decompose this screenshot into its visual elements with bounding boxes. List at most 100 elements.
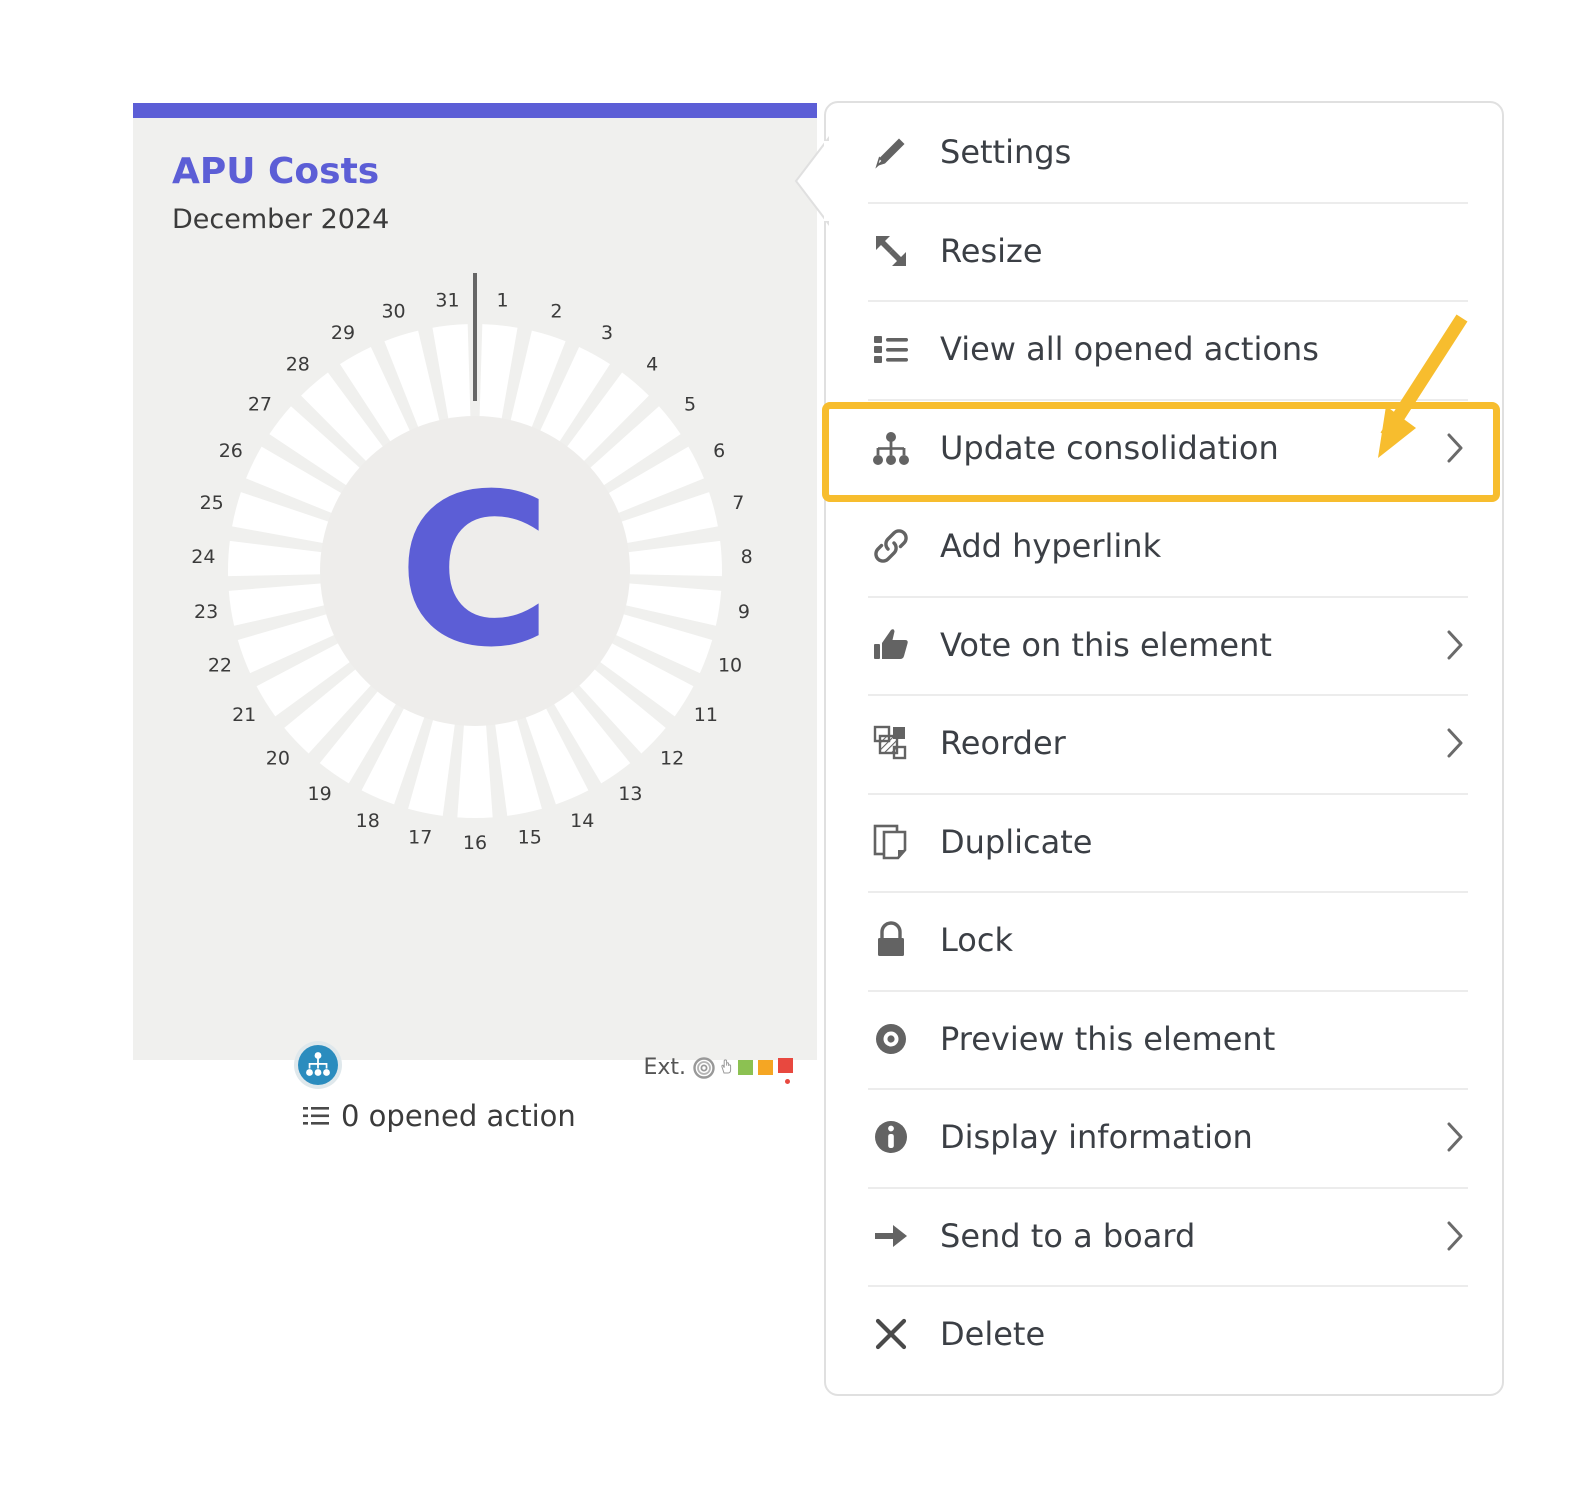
menu-item-label: Resize <box>940 231 1043 270</box>
status-dot-red <box>785 1079 790 1084</box>
menu-pointer-notch <box>794 136 830 226</box>
chevron-right-icon <box>1442 1219 1468 1253</box>
chart-tick-label: 19 <box>308 783 332 805</box>
status-square-green <box>738 1060 753 1075</box>
opened-actions-label: 0 opened action <box>341 1099 576 1133</box>
menu-item-label: Display information <box>940 1118 1253 1157</box>
chart-tick-label: 22 <box>208 654 232 676</box>
menu-item-lock[interactable]: Lock <box>826 891 1502 990</box>
chart-tick-label: 21 <box>232 704 256 726</box>
chart-tick-label: 27 <box>248 394 272 416</box>
list-icon <box>303 1107 329 1125</box>
chart-tick-label: 10 <box>718 654 742 676</box>
menu-item-settings[interactable]: Settings <box>826 103 1502 202</box>
chart-tick-label: 16 <box>463 832 487 854</box>
chart-tick-label: 20 <box>266 747 290 769</box>
duplicate-icon <box>868 819 914 865</box>
hierarchy-icon <box>294 1041 342 1089</box>
menu-item-delete[interactable]: Delete <box>826 1285 1502 1384</box>
chart-tick-label: 3 <box>601 322 613 344</box>
thumbs-up-icon <box>868 622 914 668</box>
chart-tick-label: 7 <box>732 492 744 514</box>
chart-tick-label: 31 <box>435 289 459 311</box>
chart-segment[interactable] <box>457 722 493 819</box>
chart-tick-label: 29 <box>331 322 355 344</box>
chart-tick-label: 26 <box>219 440 243 462</box>
menu-item-reorder[interactable]: Reorder <box>826 694 1502 793</box>
ext-status-indicator[interactable]: Ext. <box>643 1055 793 1084</box>
menu-item-label: Add hyperlink <box>940 527 1162 566</box>
ext-label: Ext. <box>643 1055 686 1080</box>
chart-tick-label: 12 <box>660 747 684 769</box>
menu-item-label: Send to a board <box>940 1216 1196 1255</box>
page-title: APU Costs <box>172 151 380 192</box>
menu-item-view-all-opened-actions[interactable]: View all opened actions <box>826 300 1502 399</box>
menu-item-preview-this-element[interactable]: Preview this element <box>826 989 1502 1089</box>
context-menu[interactable]: Settings Resize View all opened actions Upd… <box>794 101 1504 1396</box>
radial-month-chart[interactable]: 1 2 3 4 5 6 7 8 9 10 11 12 13 14 15 16 17 18 19 20 21 22 23 24 2… <box>179 251 771 891</box>
chart-tick-label: 28 <box>286 354 310 376</box>
eye-icon <box>868 1016 914 1062</box>
chart-tick-label: 2 <box>550 300 562 322</box>
chart-segment[interactable] <box>432 324 471 422</box>
menu-item-label: Lock <box>940 921 1013 960</box>
menu-item-label: Reorder <box>940 724 1066 763</box>
menu-item-resize[interactable]: Resize <box>826 201 1502 301</box>
hierarchy-icon <box>868 425 914 471</box>
consolidation-badge[interactable] <box>293 1040 343 1090</box>
card-accent-bar <box>133 103 817 118</box>
chart-tick-label: 13 <box>618 783 642 805</box>
chart-tick-label: 24 <box>191 546 215 568</box>
chart-tick-label: 25 <box>200 492 224 514</box>
lock-icon <box>868 917 914 963</box>
menu-item-add-hyperlink[interactable]: Add hyperlink <box>826 497 1502 596</box>
card-subtitle: December 2024 <box>172 204 390 235</box>
chart-tick-label: 4 <box>646 354 658 376</box>
arrow-right-icon <box>868 1213 914 1259</box>
chart-segment[interactable] <box>479 324 518 422</box>
chevron-right-icon <box>1442 1120 1468 1154</box>
menu-item-label: View all opened actions <box>940 330 1319 369</box>
menu-item-label: Vote on this element <box>940 625 1272 664</box>
pencil-icon <box>868 129 914 175</box>
chevron-right-icon <box>1442 431 1468 465</box>
chart-tick-label: 23 <box>194 601 218 623</box>
chart-segment[interactable] <box>625 540 722 577</box>
menu-item-send-to-a-board[interactable]: Send to a board <box>826 1186 1502 1286</box>
menu-item-label: Duplicate <box>940 822 1093 861</box>
center-letter: C <box>398 449 552 694</box>
chart-tick-label: 18 <box>356 810 380 832</box>
link-icon <box>868 523 914 569</box>
chart-tick-label: 9 <box>738 601 750 623</box>
status-square-orange <box>758 1060 773 1075</box>
radial-month-chart-svg: 1234567891011121314151617181920212223242… <box>191 273 753 854</box>
chart-tick-label: 17 <box>408 826 432 848</box>
close-x-icon <box>868 1311 914 1357</box>
menu-item-label: Update consolidation <box>940 428 1279 467</box>
menu-item-label: Preview this element <box>940 1019 1276 1058</box>
bullseye-icon <box>693 1056 715 1079</box>
chart-tick-label: 5 <box>684 394 696 416</box>
reorder-icon <box>868 720 914 766</box>
chart-tick-label: 30 <box>381 300 405 322</box>
status-square-red <box>778 1058 793 1073</box>
chevron-right-icon <box>1442 628 1468 662</box>
opened-actions-row[interactable]: 0 opened action <box>303 1099 576 1133</box>
chart-tick-label: 1 <box>496 289 508 311</box>
menu-item-label: Settings <box>940 133 1072 172</box>
chart-tick-label: 6 <box>713 440 725 462</box>
menu-item-label: Delete <box>940 1315 1046 1354</box>
chart-tick-label: 15 <box>518 826 542 848</box>
hand-pointer-icon <box>721 1059 732 1074</box>
chart-tick-label: 14 <box>570 810 594 832</box>
resize-icon <box>868 228 914 274</box>
menu-item-duplicate[interactable]: Duplicate <box>826 792 1502 892</box>
menu-item-vote-on-this-element[interactable]: Vote on this element <box>826 595 1502 695</box>
list-icon <box>868 326 914 372</box>
menu-item-display-information[interactable]: Display information <box>826 1088 1502 1187</box>
element-card[interactable]: APU Costs December 2024 1 2 3 4 5 6 7 8 9 10 11 12 1… <box>133 103 817 1133</box>
menu-item-update-consolidation[interactable]: Update consolidation <box>826 398 1502 498</box>
chart-segment[interactable] <box>228 540 325 577</box>
info-icon <box>868 1114 914 1160</box>
chevron-right-icon <box>1442 726 1468 760</box>
